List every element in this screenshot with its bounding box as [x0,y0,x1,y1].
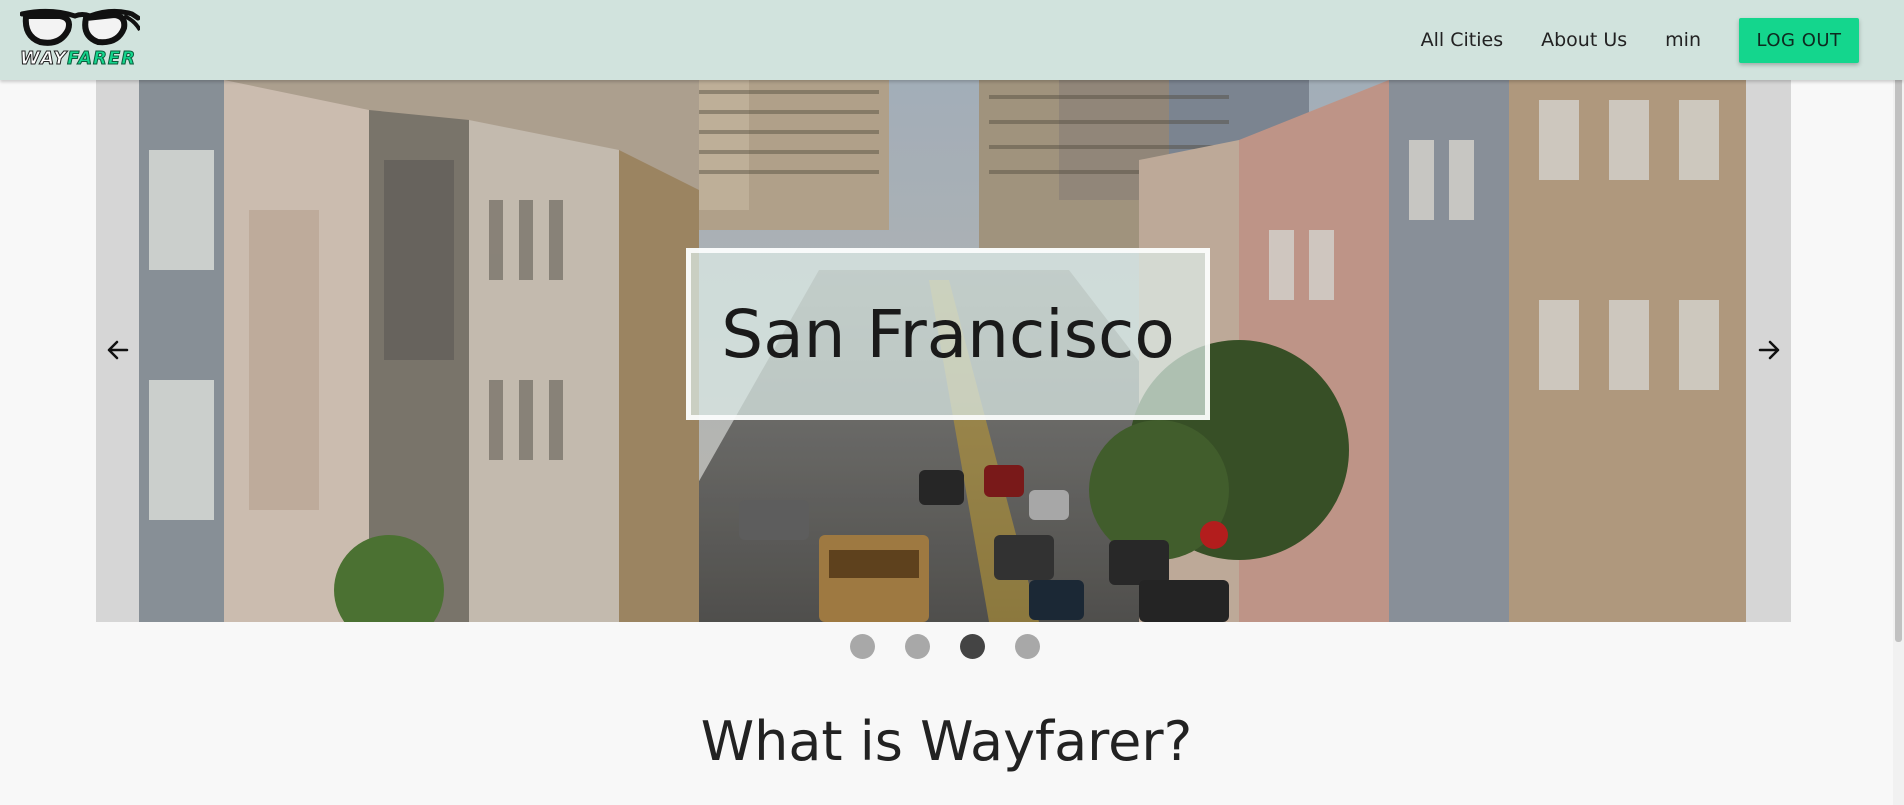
carousel-indicator-2[interactable] [905,634,930,659]
carousel-next-button[interactable] [1751,332,1787,368]
logo-word-farer: FARER [67,48,137,70]
arrow-left-icon [107,340,129,360]
logout-button[interactable]: LOG OUT [1739,17,1859,63]
carousel-indicator-1[interactable] [850,634,875,659]
arrow-right-icon [1758,340,1780,360]
scrollbar-thumb[interactable] [1895,2,1902,642]
carousel-indicators [850,634,1070,659]
logo-wordmark: WAYFARER [19,48,137,70]
slide-caption-box: San Francisco [686,248,1210,420]
nav-link-all-cities[interactable]: All Cities [1421,29,1503,51]
slide-caption-city-name: San Francisco [721,295,1175,373]
carousel-indicator-3[interactable] [960,634,985,659]
carousel-slide-image: San Francisco [139,80,1746,622]
city-carousel: San Francisco [96,80,1791,622]
page-scrollbar[interactable] [1893,0,1904,805]
nav-links: All Cities About Us min LOG OUT [1421,0,1904,80]
logo-word-way: WAY [19,48,68,70]
carousel-prev-button[interactable] [100,332,136,368]
wayfarer-logo[interactable]: WAYFARER [19,6,140,70]
nav-link-user-profile[interactable]: min [1665,29,1701,51]
carousel-indicator-4[interactable] [1015,634,1040,659]
section-title-what-is-wayfarer: What is Wayfarer? [700,710,1193,773]
glasses-icon [20,8,140,46]
nav-link-about-us[interactable]: About Us [1541,29,1627,51]
navbar: WAYFARER All Cities About Us min LOG OUT [0,0,1904,80]
